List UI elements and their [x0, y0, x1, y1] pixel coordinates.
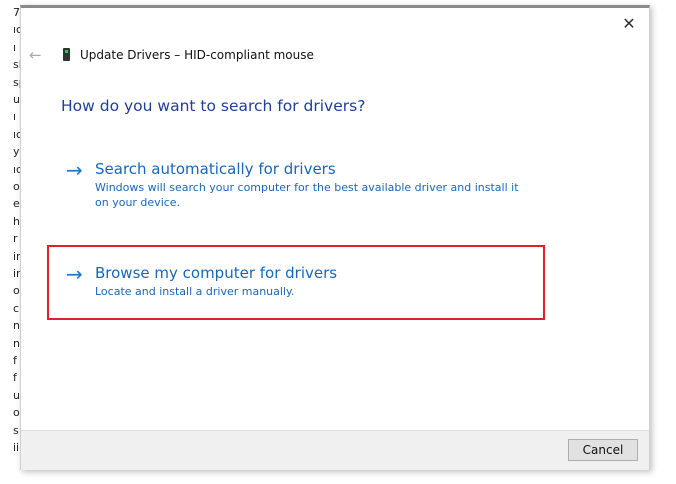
back-arrow-icon[interactable]: ←: [29, 46, 42, 64]
background-text-fragment: r: [13, 232, 18, 246]
background-text-fragment: ı: [13, 40, 17, 54]
background-text-fragment: o: [13, 180, 20, 193]
highlight-box: [47, 245, 545, 320]
background-window-strip: 7ıcıslspuııcyıcoethririrocnnffuosii: [0, 0, 26, 484]
background-text-fragment: f: [13, 354, 17, 367]
dialog-footer: Cancel: [21, 430, 649, 470]
background-text-fragment: u: [13, 93, 20, 106]
background-text-fragment: n: [13, 319, 20, 333]
option-title[interactable]: Search automatically for drivers: [95, 160, 336, 178]
background-text-fragment: f: [13, 371, 17, 385]
background-text-fragment: 7: [13, 6, 20, 19]
background-text-fragment: u: [13, 388, 20, 402]
dialog-title: Update Drivers – HID-compliant mouse: [80, 48, 314, 62]
arrow-right-icon: →: [66, 158, 83, 182]
background-text-fragment: o: [13, 284, 20, 298]
background-text-fragment: s: [13, 423, 19, 437]
update-drivers-dialog: ✕ ← Update Drivers – HID-compliant mouse…: [20, 5, 650, 470]
background-text-fragment: ı: [13, 110, 17, 124]
background-text-fragment: ii: [13, 441, 20, 454]
arrow-right-icon: →: [66, 262, 83, 286]
background-text-fragment: n: [13, 336, 20, 350]
option-title[interactable]: Browse my computer for drivers: [95, 264, 337, 282]
cancel-button[interactable]: Cancel: [568, 439, 638, 461]
background-text-fragment: c: [13, 301, 20, 315]
close-icon[interactable]: ✕: [617, 14, 641, 33]
option-description: Windows will search your computer for th…: [95, 181, 519, 209]
page-heading: How do you want to search for drivers?: [61, 97, 366, 115]
background-text-fragment: h: [13, 214, 20, 228]
background-text-fragment: o: [13, 406, 20, 420]
device-icon: [63, 48, 70, 61]
background-text-fragment: y: [13, 145, 20, 159]
option-description: Locate and install a driver manually.: [95, 285, 295, 298]
